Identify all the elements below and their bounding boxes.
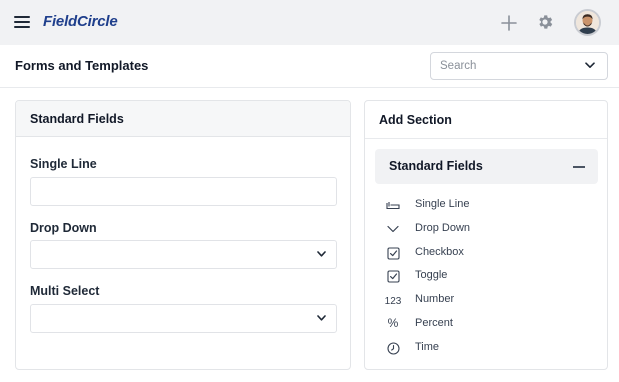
field-item-label: Single Line [415, 198, 470, 210]
field-item-label: Time [415, 341, 440, 353]
settings-button[interactable] [536, 13, 554, 31]
field-item-time[interactable]: Time [385, 338, 585, 358]
gear-icon [539, 15, 553, 29]
checkbox-icon [385, 246, 401, 260]
standard-fields-accordion[interactable]: Standard Fields [375, 149, 598, 184]
field-item-percent[interactable]: % Percent [385, 314, 585, 334]
add-button[interactable] [500, 14, 518, 32]
drop-down-select[interactable] [30, 240, 337, 269]
single-line-input[interactable] [30, 177, 337, 206]
panel-title: Standard Fields [16, 101, 350, 137]
app-logo[interactable]: FieldCircle [43, 13, 118, 30]
single-line-label: Single Line [30, 157, 97, 171]
clock-icon [385, 341, 401, 355]
page-title: Forms and Templates [15, 58, 149, 73]
standard-fields-panel: Standard Fields Single Line Drop Down Mu… [15, 100, 351, 370]
avatar-image [576, 11, 599, 34]
add-section-panel: Add Section Standard Fields Single Line … [364, 100, 608, 370]
field-item-checkbox[interactable]: Checkbox [385, 243, 585, 263]
field-item-number[interactable]: 123 Number [385, 290, 585, 310]
header-divider [0, 87, 619, 88]
number-icon: 123 [384, 295, 402, 307]
accordion-title: Standard Fields [389, 159, 483, 173]
drop-down-label: Drop Down [30, 221, 97, 235]
field-item-label: Drop Down [415, 222, 471, 234]
panel-divider [365, 138, 607, 139]
collapse-icon[interactable] [573, 166, 585, 168]
user-avatar[interactable] [574, 9, 601, 36]
field-item-label: Number [415, 293, 455, 305]
chevron-down-icon [317, 315, 326, 321]
multi-select-select[interactable] [30, 304, 337, 333]
multi-select-label: Multi Select [30, 284, 100, 298]
field-item-label: Toggle [415, 269, 448, 281]
field-item-single-line[interactable]: Single Line [385, 195, 585, 215]
percent-icon: % [387, 316, 399, 330]
hamburger-menu-icon[interactable] [14, 16, 30, 28]
chevron-down-icon [585, 62, 595, 68]
search-placeholder: Search [440, 60, 477, 72]
chevron-down-icon [385, 222, 401, 236]
top-bar: FieldCircle [0, 0, 619, 45]
field-item-drop-down[interactable]: Drop Down [385, 219, 585, 239]
add-section-title: Add Section [379, 113, 452, 127]
field-item-label: Checkbox [415, 246, 464, 258]
search-dropdown[interactable]: Search [430, 52, 608, 80]
single-line-icon [385, 198, 401, 212]
checkbox-icon [385, 269, 401, 283]
field-item-toggle[interactable]: Toggle [385, 266, 585, 286]
field-item-label: Percent [415, 317, 453, 329]
chevron-down-icon [317, 251, 326, 257]
plus-icon [501, 15, 517, 31]
